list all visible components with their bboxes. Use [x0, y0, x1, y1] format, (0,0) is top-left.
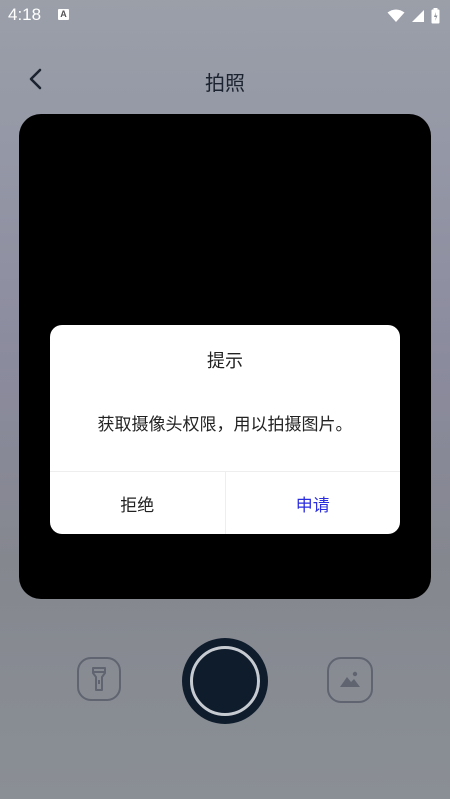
shutter-button[interactable] — [182, 638, 268, 724]
signal-icon — [412, 10, 424, 22]
image-gallery-icon — [340, 671, 360, 687]
status-icons — [387, 7, 440, 25]
gallery-button[interactable] — [327, 657, 373, 703]
status-time: 4:18 — [8, 5, 42, 24]
page-title: 拍照 — [205, 71, 245, 95]
dialog-title: 提示 — [207, 351, 243, 372]
wifi-icon — [387, 9, 405, 22]
dialog-button-row: 拒绝 申请 — [50, 471, 400, 534]
shutter-icon — [190, 646, 260, 716]
permission-dialog: 提示 获取摄像头权限，用以拍摄图片。 拒绝 申请 — [50, 325, 400, 534]
dialog-message: 获取摄像头权限，用以拍摄图片。 — [97, 415, 353, 435]
flash-button[interactable] — [77, 657, 121, 701]
notification-badge-icon: A — [58, 9, 69, 20]
flashlight-icon — [92, 667, 106, 691]
battery-icon — [431, 8, 440, 24]
deny-button[interactable]: 拒绝 — [50, 472, 226, 534]
camera-controls — [0, 635, 450, 725]
status-bar: 4:18 A — [0, 0, 450, 32]
nav-bar: 拍照 — [0, 55, 450, 105]
apply-button[interactable]: 申请 — [226, 472, 401, 534]
